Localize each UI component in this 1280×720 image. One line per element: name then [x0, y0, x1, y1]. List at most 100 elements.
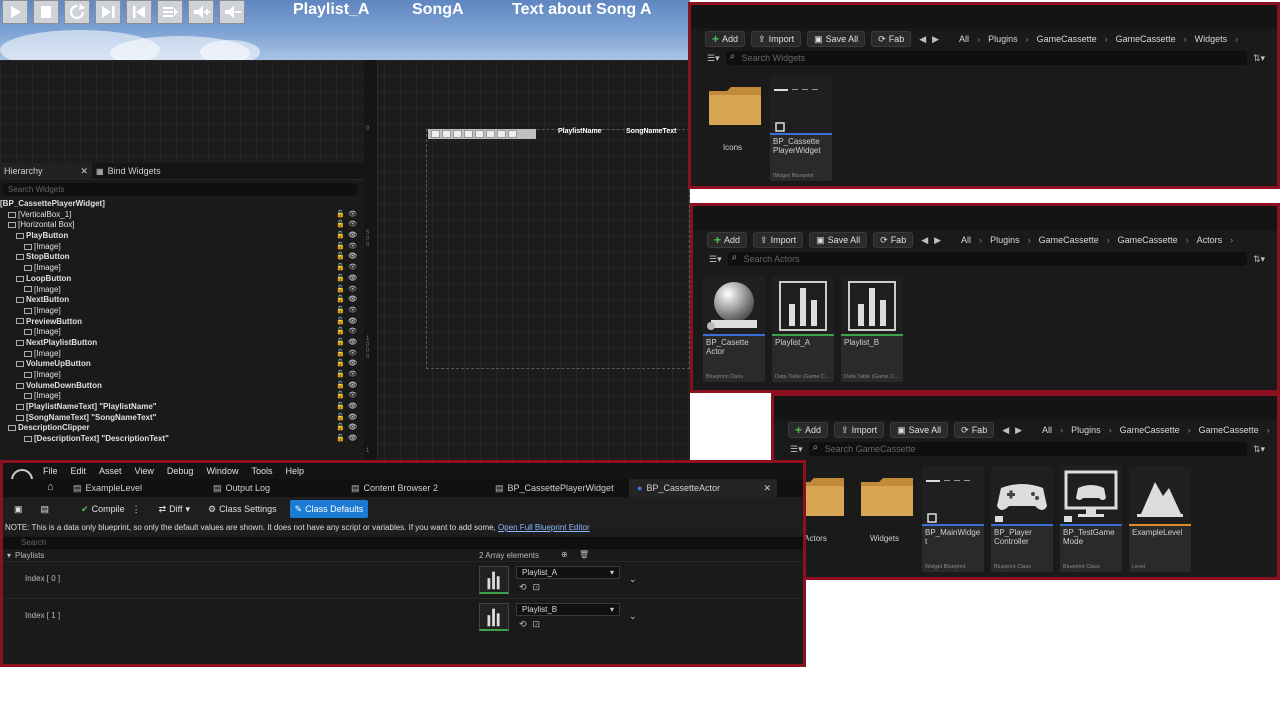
browse-use-icons[interactable]: ⟲⊡ — [519, 619, 546, 630]
add-button[interactable]: + Add — [788, 422, 829, 438]
import-button[interactable]: ⇪ Import — [834, 422, 885, 438]
add-button[interactable]: + Add — [707, 232, 748, 248]
widget-canvas-bounds[interactable] — [426, 129, 690, 369]
save-all-button[interactable]: ▣ Save All — [890, 422, 949, 438]
breadcrumb-item[interactable]: All — [961, 235, 971, 245]
lock-visibility-icon[interactable]: 🔓👁 — [336, 285, 360, 296]
lock-visibility-icon[interactable]: 🔓👁 — [336, 359, 360, 370]
menu-item[interactable]: Edit — [71, 466, 87, 476]
sort-icon[interactable]: ⇅▾ — [1253, 254, 1265, 265]
hierarchy-row[interactable]: [SongNameText] "SongNameText" 🔓👁 — [0, 413, 364, 424]
collapse-icon[interactable]: ▾ — [7, 551, 11, 560]
fab-button[interactable]: ⟳ Fab — [871, 31, 912, 47]
fab-button[interactable]: ⟳ Fab — [873, 232, 914, 248]
forward-icon[interactable]: ▶ — [934, 235, 941, 246]
tab-bind-widgets[interactable]: ▦ Bind Widgets — [92, 163, 165, 180]
volume-down-button[interactable] — [219, 0, 245, 24]
close-icon[interactable]: ✕ — [80, 166, 88, 177]
forward-icon[interactable]: ▶ — [932, 34, 939, 45]
browse-use-icons[interactable]: ⟲⊡ — [519, 582, 546, 593]
hierarchy-row[interactable]: NextPlaylistButton 🔓👁 — [0, 338, 364, 349]
hierarchy-row[interactable]: DescriptionClipper 🔓👁 — [0, 423, 364, 434]
asset-tile[interactable]: Playlist_B Data Table (Game C... — [841, 276, 903, 382]
hierarchy-row[interactable]: [Image] 🔓👁 — [0, 306, 364, 317]
save-all-button[interactable]: ▣ Save All — [809, 232, 868, 248]
lock-visibility-icon[interactable]: 🔓👁 — [336, 252, 360, 263]
hierarchy-row[interactable]: NextButton 🔓👁 — [0, 295, 364, 306]
hierarchy-row[interactable]: [Image] 🔓👁 — [0, 242, 364, 253]
breadcrumb-item[interactable]: All — [959, 34, 969, 44]
sort-icon[interactable]: ⇅▾ — [1253, 53, 1265, 64]
lock-visibility-icon[interactable]: 🔓👁 — [336, 402, 360, 413]
hierarchy-row[interactable]: [Image] 🔓👁 — [0, 349, 364, 360]
hierarchy-row[interactable]: PlayButton 🔓👁 — [0, 231, 364, 242]
lock-visibility-icon[interactable]: 🔓👁 — [336, 263, 360, 274]
filter-icon[interactable]: ☰▾ — [709, 254, 722, 265]
compile-button[interactable]: ✔ Compile ⋮ — [76, 500, 146, 518]
breadcrumb-item[interactable]: Widgets — [1195, 34, 1228, 44]
editor-tab[interactable]: ▤ Content Browser 2 — [343, 479, 446, 497]
class-defaults-button[interactable]: ✎ Class Defaults — [289, 500, 369, 518]
more-icon[interactable]: ⋮ — [132, 504, 141, 515]
asset-search-input[interactable]: Search Actors — [727, 251, 1247, 266]
menu-item[interactable]: Help — [285, 466, 304, 476]
open-full-editor-link[interactable]: Open Full Blueprint Editor — [498, 523, 590, 532]
filter-icon[interactable]: ☰▾ — [707, 53, 720, 64]
asset-tile[interactable]: BP_MainWidget Widget Blueprint — [922, 466, 984, 572]
back-icon[interactable]: ◀ — [921, 235, 928, 246]
lock-visibility-icon[interactable]: 🔓👁 — [336, 242, 360, 253]
asset-tile[interactable]: BP_Player Controller Blueprint Class — [991, 466, 1053, 572]
asset-search-input[interactable]: Search GameCassette — [808, 441, 1247, 456]
save-all-button[interactable]: ▣ Save All — [807, 31, 866, 47]
folder-tile[interactable]: Icons — [701, 75, 763, 181]
tab-hierarchy[interactable]: Hierarchy ✕ — [0, 162, 92, 180]
menu-item[interactable]: Window — [206, 466, 238, 476]
breadcrumb-item[interactable]: GameCassette — [1120, 425, 1180, 435]
breadcrumb-item[interactable]: Actors — [1197, 235, 1223, 245]
chevron-down-icon[interactable]: ⌄ — [629, 611, 637, 622]
hierarchy-row[interactable]: [Image] 🔓👁 — [0, 327, 364, 338]
sort-icon[interactable]: ⇅▾ — [1253, 444, 1265, 455]
lock-visibility-icon[interactable]: 🔓👁 — [336, 274, 360, 285]
volume-up-button[interactable] — [188, 0, 214, 24]
hierarchy-row[interactable]: LoopButton 🔓👁 — [0, 274, 364, 285]
lock-visibility-icon[interactable]: 🔓👁 — [336, 434, 360, 445]
hierarchy-row[interactable]: [VerticalBox_1] 🔓👁 — [0, 210, 364, 221]
menu-item[interactable]: File — [43, 466, 58, 476]
breadcrumb-item[interactable]: All — [1042, 425, 1052, 435]
play-button[interactable] — [2, 0, 28, 24]
editor-tab[interactable]: ▤ BP_CassettePlayerWidget — [487, 479, 622, 497]
breadcrumb-item[interactable]: Plugins — [990, 235, 1020, 245]
lock-visibility-icon[interactable]: 🔓👁 — [336, 381, 360, 392]
lock-visibility-icon[interactable]: 🔓👁 — [336, 210, 360, 221]
browse-icon[interactable]: ▤ — [36, 500, 55, 518]
asset-tile[interactable]: BP_Cassette PlayerWidget Widget Blueprint — [770, 75, 832, 181]
asset-tile[interactable]: Playlist_A Data Table (Game C... — [772, 276, 834, 382]
hierarchy-search-input[interactable]: Search Widgets — [2, 183, 358, 196]
back-icon[interactable]: ◀ — [919, 34, 926, 45]
menu-item[interactable]: Asset — [99, 466, 122, 476]
asset-search-input[interactable]: Search Widgets — [725, 50, 1247, 65]
import-button[interactable]: ⇪ Import — [751, 31, 802, 47]
editor-tab[interactable]: ● BP_CassetteActor ✕ — [629, 479, 777, 497]
data-table-thumbnail[interactable] — [479, 603, 509, 631]
menu-item[interactable]: Tools — [251, 466, 272, 476]
close-icon[interactable]: ✕ — [763, 483, 771, 494]
breadcrumb-item[interactable]: GameCassette — [1118, 235, 1178, 245]
stop-button[interactable] — [33, 0, 59, 24]
hierarchy-row[interactable]: [Image] 🔓👁 — [0, 391, 364, 402]
lock-visibility-icon[interactable]: 🔓👁 — [336, 349, 360, 360]
forward-icon[interactable]: ▶ — [1015, 425, 1022, 436]
lock-visibility-icon[interactable]: 🔓👁 — [336, 317, 360, 328]
fab-button[interactable]: ⟳ Fab — [954, 422, 995, 438]
hierarchy-row[interactable]: [DescriptionText] "DescriptionText" 🔓👁 — [0, 434, 364, 445]
hierarchy-row[interactable]: [Image] 🔓👁 — [0, 263, 364, 274]
home-icon[interactable]: ⌂ — [47, 481, 54, 493]
diff-button[interactable]: ⇄ Diff ▾ — [154, 500, 195, 518]
import-button[interactable]: ⇪ Import — [753, 232, 804, 248]
lock-visibility-icon[interactable]: 🔓👁 — [336, 338, 360, 349]
hierarchy-row[interactable]: PreviewButton 🔓👁 — [0, 317, 364, 328]
data-table-thumbnail[interactable] — [479, 566, 509, 594]
previous-button[interactable] — [126, 0, 152, 24]
lock-visibility-icon[interactable]: 🔓👁 — [336, 306, 360, 317]
